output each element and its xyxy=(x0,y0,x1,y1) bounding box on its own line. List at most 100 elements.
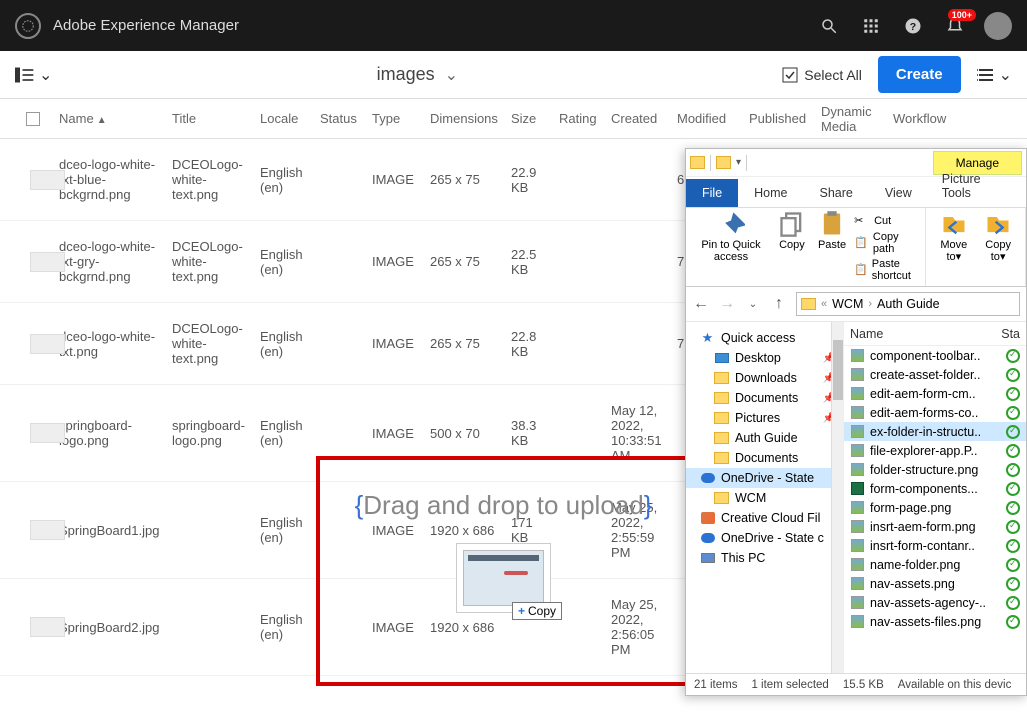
view-switcher[interactable]: ⌄ xyxy=(977,65,1012,85)
col-dynamic-media[interactable]: Dynamic Media xyxy=(817,104,889,134)
apps-icon[interactable] xyxy=(860,15,882,37)
nav-item[interactable]: Creative Cloud Fil xyxy=(686,508,843,528)
sync-status-icon xyxy=(1006,596,1020,610)
tab-view[interactable]: View xyxy=(869,179,928,207)
file-columns[interactable]: Name Sta xyxy=(844,322,1026,346)
nav-item[interactable]: OneDrive - State xyxy=(686,468,843,488)
folder-icon[interactable] xyxy=(716,156,731,169)
file-row[interactable]: form-page.png xyxy=(844,498,1026,517)
thumbnail xyxy=(30,170,65,190)
nav-item[interactable]: ★Quick access xyxy=(686,328,843,348)
file-row[interactable]: form-components... xyxy=(844,479,1026,498)
paste-shortcut-button[interactable]: 📋Paste shortcut xyxy=(854,257,919,283)
move-to-button[interactable]: Move to▾ xyxy=(932,211,975,263)
nav-label: OneDrive - State xyxy=(721,471,814,485)
nav-item[interactable]: OneDrive - State c xyxy=(686,528,843,548)
file-row[interactable]: folder-structure.png xyxy=(844,460,1026,479)
cloud-icon xyxy=(700,532,715,545)
nav-up-icon[interactable]: ↑ xyxy=(770,295,788,313)
col-type[interactable]: Type xyxy=(368,111,426,126)
copy-to-button[interactable]: Copy to▾ xyxy=(977,211,1019,263)
file-row[interactable]: insrt-aem-form.png xyxy=(844,517,1026,536)
file-row[interactable]: name-folder.png xyxy=(844,555,1026,574)
pin-quick-access-button[interactable]: Pin to Quick access xyxy=(692,211,770,263)
cell-name: dceo-logo-white-txt-gry-bckgrnd.png xyxy=(55,239,168,284)
file-explorer-window[interactable]: ▾ Manage File Home Share View Picture To… xyxy=(685,148,1027,696)
tab-file[interactable]: File xyxy=(686,179,738,207)
sync-status-icon xyxy=(1006,349,1020,363)
select-all-button[interactable]: Select All xyxy=(782,67,862,83)
help-icon[interactable]: ? xyxy=(902,15,924,37)
nav-item[interactable]: This PC xyxy=(686,548,843,568)
paste-button[interactable]: Paste xyxy=(814,211,850,251)
nav-item[interactable]: Auth Guide xyxy=(686,428,843,448)
file-icon xyxy=(850,349,865,363)
rail-toggle[interactable]: ⌄ xyxy=(15,65,52,85)
nav-back-icon[interactable]: ← xyxy=(692,295,710,313)
nav-label: WCM xyxy=(735,491,766,505)
col-modified[interactable]: Modified xyxy=(673,111,745,126)
sync-status-icon xyxy=(1006,482,1020,496)
cell-type: IMAGE xyxy=(368,254,426,269)
file-row[interactable]: ex-folder-in-structu.. xyxy=(844,422,1026,441)
app-title: Adobe Experience Manager xyxy=(53,17,239,34)
file-name: name-folder.png xyxy=(870,558,1001,572)
cut-button[interactable]: ✂Cut xyxy=(854,213,919,229)
aem-logo-icon[interactable] xyxy=(15,13,41,39)
file-row[interactable]: edit-aem-forms-co.. xyxy=(844,403,1026,422)
breadcrumb-root[interactable]: WCM xyxy=(832,297,863,311)
select-all-checkbox[interactable] xyxy=(26,112,40,126)
tab-picture-tools[interactable]: Picture Tools xyxy=(928,165,1026,207)
file-icon xyxy=(850,406,865,420)
chevron-down-icon[interactable]: ▾ xyxy=(736,157,741,168)
address-bar[interactable]: « WCM › Auth Guide xyxy=(796,292,1020,316)
scrollbar[interactable] xyxy=(831,322,843,673)
nav-item[interactable]: Documents xyxy=(686,448,843,468)
nav-label: OneDrive - State c xyxy=(721,531,824,545)
file-row[interactable]: nav-assets-agency-.. xyxy=(844,593,1026,612)
nav-recent-icon[interactable]: ⌄ xyxy=(744,295,762,313)
drag-drop-overlay[interactable]: {Drag and drop to upload} +Copy xyxy=(316,456,691,686)
file-name: form-page.png xyxy=(870,501,1001,515)
col-locale[interactable]: Locale xyxy=(256,111,316,126)
copy-button[interactable]: Copy xyxy=(774,211,810,251)
bell-icon[interactable]: 100+ xyxy=(944,15,966,37)
col-size[interactable]: Size xyxy=(507,111,555,126)
copy-path-button[interactable]: 📋Copy path xyxy=(854,230,919,256)
breadcrumb-title[interactable]: images xyxy=(377,64,435,85)
col-published[interactable]: Published xyxy=(745,111,817,126)
breadcrumb-current[interactable]: Auth Guide xyxy=(877,297,940,311)
col-title[interactable]: Title xyxy=(168,111,256,126)
drag-preview-thumbnail: +Copy xyxy=(456,543,551,613)
cell-name: SpringBoard2.jpg xyxy=(55,620,168,635)
file-row[interactable]: edit-aem-form-cm.. xyxy=(844,384,1026,403)
nav-item[interactable]: WCM xyxy=(686,488,843,508)
nav-item[interactable]: Pictures📌 xyxy=(686,408,843,428)
file-row[interactable]: component-toolbar.. xyxy=(844,346,1026,365)
file-row[interactable]: nav-assets-files.png xyxy=(844,612,1026,631)
col-status[interactable]: Status xyxy=(316,111,368,126)
file-row[interactable]: file-explorer-app.P.. xyxy=(844,441,1026,460)
col-name[interactable]: Name▲ xyxy=(55,111,168,126)
file-row[interactable]: create-asset-folder.. xyxy=(844,365,1026,384)
col-created[interactable]: Created xyxy=(607,111,673,126)
cell-title: DCEOLogo-white-text.png xyxy=(168,239,256,284)
col-workflow[interactable]: Workflow xyxy=(889,111,969,126)
nav-label: Downloads xyxy=(735,371,797,385)
nav-item[interactable]: Downloads📌 xyxy=(686,368,843,388)
search-icon[interactable] xyxy=(818,15,840,37)
avatar[interactable] xyxy=(984,12,1012,40)
file-row[interactable]: insrt-form-contanr.. xyxy=(844,536,1026,555)
chevron-down-icon[interactable]: ⌄ xyxy=(445,65,458,85)
file-row[interactable]: nav-assets.png xyxy=(844,574,1026,593)
cell-type: IMAGE xyxy=(368,172,426,187)
tab-home[interactable]: Home xyxy=(738,179,803,207)
tab-share[interactable]: Share xyxy=(804,179,869,207)
col-dimensions[interactable]: Dimensions xyxy=(426,111,507,126)
nav-item[interactable]: Documents📌 xyxy=(686,388,843,408)
nav-forward-icon[interactable]: → xyxy=(718,295,736,313)
create-button[interactable]: Create xyxy=(878,56,961,93)
file-icon xyxy=(850,501,865,515)
col-rating[interactable]: Rating xyxy=(555,111,607,126)
nav-item[interactable]: Desktop📌 xyxy=(686,348,843,368)
